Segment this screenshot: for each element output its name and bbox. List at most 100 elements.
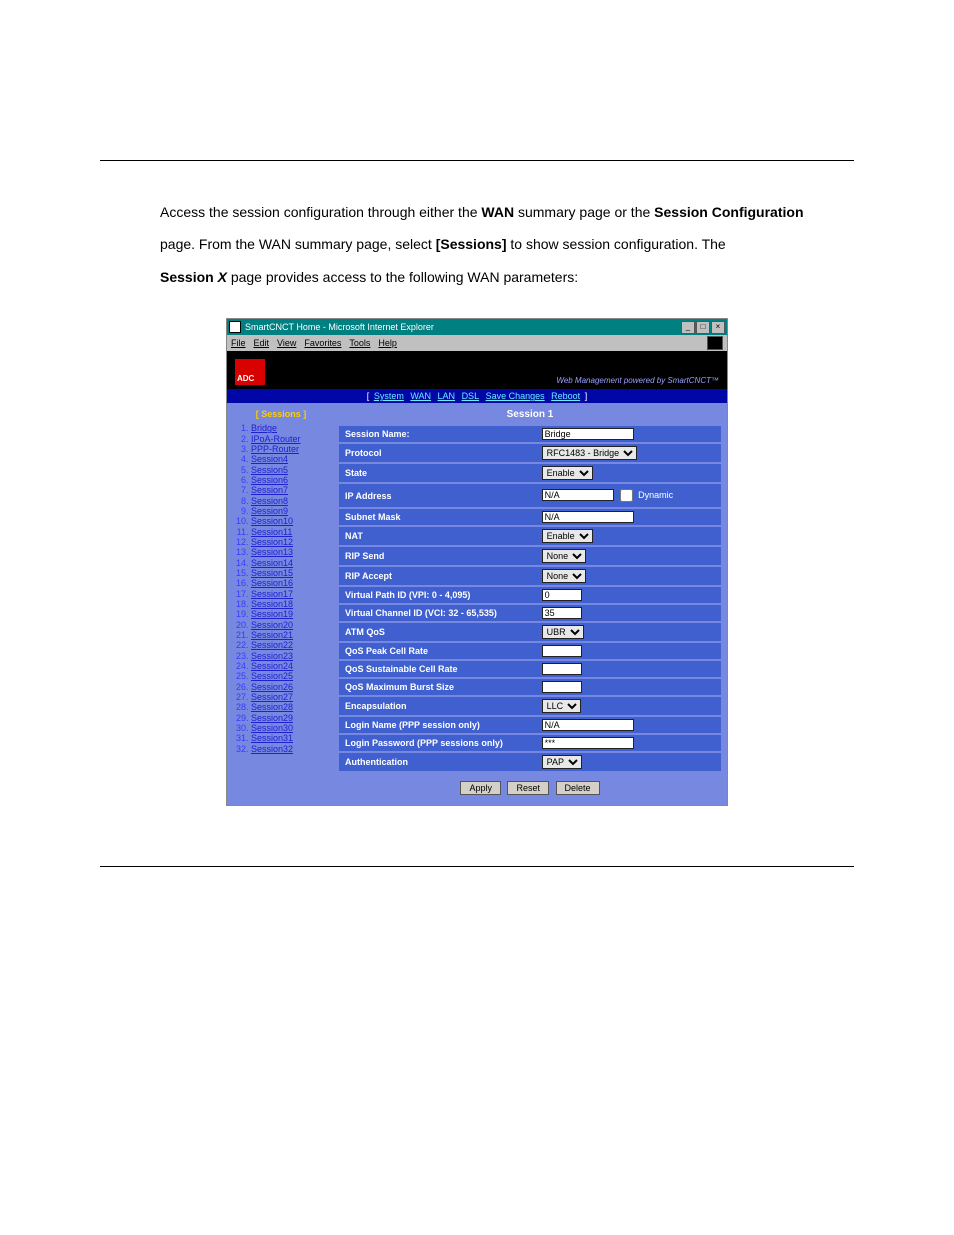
sidebar-item: Session10 xyxy=(251,516,331,526)
sidebar-link-28[interactable]: Session28 xyxy=(251,702,293,712)
sidebar-link-21[interactable]: Session21 xyxy=(251,630,293,640)
sidebar-link-18[interactable]: Session18 xyxy=(251,599,293,609)
sidebar-item: Session8 xyxy=(251,496,331,506)
menu-tools[interactable]: Tools xyxy=(349,338,370,348)
sidebar-link-23[interactable]: Session23 xyxy=(251,651,293,661)
select-atm-qos[interactable]: UBR xyxy=(542,625,584,639)
sidebar-item: Session27 xyxy=(251,692,331,702)
sidebar-link-1[interactable]: Bridge xyxy=(251,423,277,433)
sidebar-link-11[interactable]: Session11 xyxy=(251,527,292,537)
input-vpi[interactable] xyxy=(542,589,582,601)
nav-reboot[interactable]: Reboot xyxy=(551,391,580,401)
sidebar-link-24[interactable]: Session24 xyxy=(251,661,293,671)
sidebar: [ Sessions ] BridgeIPoA-RouterPPP-Router… xyxy=(227,403,335,805)
input-qos-sustainable[interactable] xyxy=(542,663,582,675)
tagline: Web Management powered by SmartCNCT™ xyxy=(556,376,719,385)
menu-help[interactable]: Help xyxy=(378,338,397,348)
nav-save-changes[interactable]: Save Changes xyxy=(486,391,545,401)
sidebar-link-14[interactable]: Session14 xyxy=(251,558,293,568)
sidebar-link-26[interactable]: Session26 xyxy=(251,682,293,692)
divider-bottom xyxy=(100,866,854,867)
sidebar-link-6[interactable]: Session6 xyxy=(251,475,288,485)
input-ip-address[interactable] xyxy=(542,489,614,501)
window-title: SmartCNCT Home - Microsoft Internet Expl… xyxy=(245,322,434,332)
sidebar-link-9[interactable]: Session9 xyxy=(251,506,288,516)
label-dynamic: Dynamic xyxy=(638,490,673,500)
sidebar-link-12[interactable]: Session12 xyxy=(251,537,293,547)
nav-lan[interactable]: LAN xyxy=(438,391,456,401)
reset-button[interactable]: Reset xyxy=(507,781,549,795)
sidebar-item: IPoA-Router xyxy=(251,434,331,444)
top-nav: [ System WAN LAN DSL Save Changes Reboot… xyxy=(227,389,727,403)
input-login-name[interactable] xyxy=(542,719,634,731)
txt-session-config: Session Configuration xyxy=(654,204,803,220)
sidebar-item: Session18 xyxy=(251,599,331,609)
ie-logo-icon xyxy=(707,336,723,350)
select-authentication[interactable]: PAP xyxy=(542,755,582,769)
ie-doc-icon: e xyxy=(229,321,241,333)
sidebar-item: Session14 xyxy=(251,558,331,568)
menu-favorites[interactable]: Favorites xyxy=(304,338,341,348)
checkbox-dynamic[interactable] xyxy=(620,489,633,502)
input-session-name[interactable] xyxy=(542,428,634,440)
label-subnet-mask: Subnet Mask xyxy=(339,509,538,525)
sidebar-link-19[interactable]: Session19 xyxy=(251,609,293,619)
sidebar-link-25[interactable]: Session25 xyxy=(251,671,293,681)
sidebar-link-20[interactable]: Session20 xyxy=(251,620,293,630)
sidebar-item: Bridge xyxy=(251,423,331,433)
sidebar-link-10[interactable]: Session10 xyxy=(251,516,293,526)
sidebar-item: Session32 xyxy=(251,744,331,754)
sidebar-link-2[interactable]: IPoA-Router xyxy=(251,434,301,444)
select-state[interactable]: Enable xyxy=(542,466,593,480)
sidebar-link-32[interactable]: Session32 xyxy=(251,744,293,754)
session-heading: Session 1 xyxy=(339,409,721,420)
select-nat[interactable]: Enable xyxy=(542,529,593,543)
close-button[interactable]: × xyxy=(711,321,725,334)
txt: summary page or the xyxy=(514,204,654,220)
input-qos-burst[interactable] xyxy=(542,681,582,693)
sidebar-link-4[interactable]: Session4 xyxy=(251,454,288,464)
sidebar-item: Session29 xyxy=(251,713,331,723)
input-login-password[interactable] xyxy=(542,737,634,749)
sidebar-link-30[interactable]: Session30 xyxy=(251,723,293,733)
sidebar-item: Session20 xyxy=(251,620,331,630)
nav-system[interactable]: System xyxy=(374,391,404,401)
input-qos-peak[interactable] xyxy=(542,645,582,657)
maximize-button[interactable]: □ xyxy=(696,321,710,334)
delete-button[interactable]: Delete xyxy=(556,781,600,795)
sidebar-item: Session19 xyxy=(251,609,331,619)
sidebar-link-13[interactable]: Session13 xyxy=(251,547,293,557)
sidebar-item: Session11 xyxy=(251,527,331,537)
sidebar-link-31[interactable]: Session31 xyxy=(251,733,293,743)
label-ip-address: IP Address xyxy=(339,484,538,507)
label-login-name: Login Name (PPP session only) xyxy=(339,717,538,733)
apply-button[interactable]: Apply xyxy=(460,781,501,795)
label-session-name: Session Name: xyxy=(339,426,538,442)
select-protocol[interactable]: RFC1483 - Bridge xyxy=(542,446,637,460)
input-vci[interactable] xyxy=(542,607,582,619)
menu-edit[interactable]: Edit xyxy=(254,338,270,348)
nav-dsl[interactable]: DSL xyxy=(462,391,480,401)
sidebar-link-29[interactable]: Session29 xyxy=(251,713,293,723)
sidebar-link-5[interactable]: Session5 xyxy=(251,465,288,475)
sidebar-link-16[interactable]: Session16 xyxy=(251,578,293,588)
sidebar-link-7[interactable]: Session7 xyxy=(251,485,288,495)
sidebar-link-27[interactable]: Session27 xyxy=(251,692,293,702)
nav-wan[interactable]: WAN xyxy=(410,391,431,401)
menu-view[interactable]: View xyxy=(277,338,296,348)
select-encapsulation[interactable]: LLC xyxy=(542,699,581,713)
sidebar-link-8[interactable]: Session8 xyxy=(251,496,288,506)
label-authentication: Authentication xyxy=(339,753,538,771)
select-rip-send[interactable]: None xyxy=(542,549,586,563)
label-vpi: Virtual Path ID (VPI: 0 - 4,095) xyxy=(339,587,538,603)
sidebar-link-17[interactable]: Session17 xyxy=(251,589,293,599)
config-table: Session Name: Protocol RFC1483 - Bridge … xyxy=(339,424,721,773)
minimize-button[interactable]: _ xyxy=(681,321,695,334)
sidebar-item: Session30 xyxy=(251,723,331,733)
sidebar-link-22[interactable]: Session22 xyxy=(251,640,293,650)
sidebar-link-3[interactable]: PPP-Router xyxy=(251,444,299,454)
input-subnet-mask[interactable] xyxy=(542,511,634,523)
menu-file[interactable]: File xyxy=(231,338,246,348)
select-rip-accept[interactable]: None xyxy=(542,569,586,583)
sidebar-link-15[interactable]: Session15 xyxy=(251,568,293,578)
